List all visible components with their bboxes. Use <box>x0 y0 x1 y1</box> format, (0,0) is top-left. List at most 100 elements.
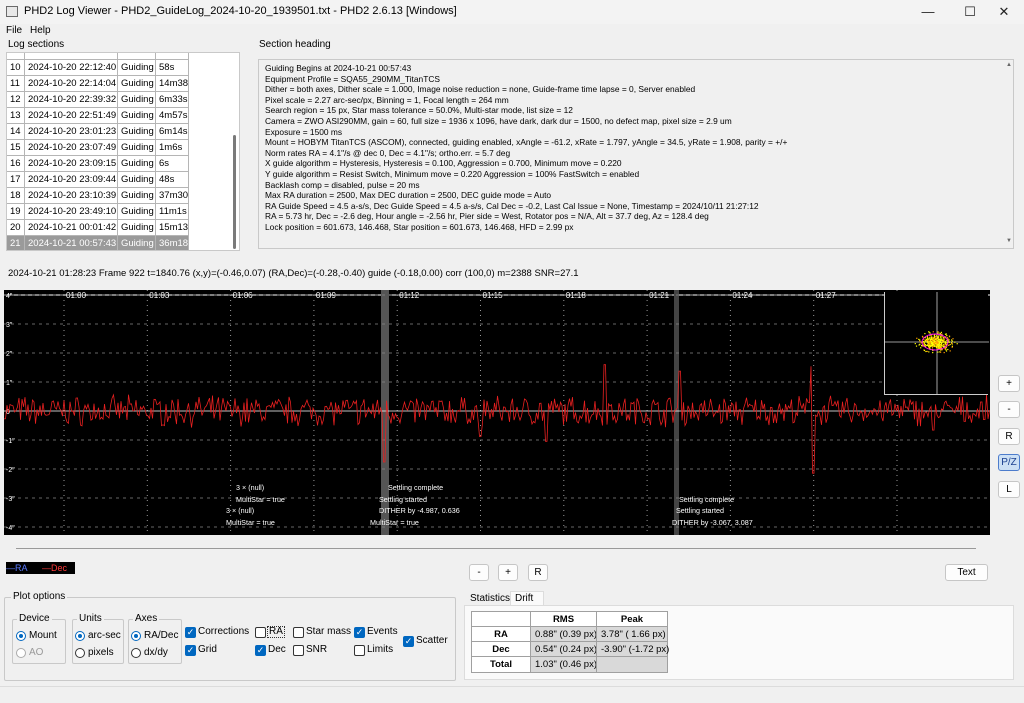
legend-dec: —Dec <box>42 563 68 573</box>
ra-label: RA <box>267 626 285 638</box>
tab-drift[interactable]: Drift <box>510 591 544 605</box>
scatter-point <box>946 337 949 339</box>
log-sections-list[interactable]: 10 2024-10-20 22:12:40 Guiding 58s 11 2024-10… <box>6 52 240 251</box>
log-section-date: 2024-10-20 22:14:04 <box>25 76 118 92</box>
scatter-point <box>924 333 926 335</box>
guide-graph[interactable]: 01:00 01:03 01:06 01:09 01:12 01:15 01:18 01:21… <box>4 290 990 535</box>
device-ao-radio[interactable] <box>16 648 26 658</box>
scatter-point <box>929 345 931 347</box>
heading-line: Camera = ZWO ASI290MM, gain = 60, full s… <box>265 116 732 126</box>
frame-status-line: 2024-10-21 01:28:23 Frame 922 t=1840.76 … <box>8 268 579 279</box>
scatter-point <box>930 338 932 340</box>
scatter-point <box>915 345 918 347</box>
scatter-point <box>938 347 940 349</box>
scatter-point <box>922 340 924 343</box>
heading-line: Exposure = 1500 ms <box>265 126 343 137</box>
scatter-point <box>926 350 928 352</box>
log-section-row[interactable]: 212024-10-21 00:57:43Guiding36m18s <box>7 236 189 250</box>
scatter-point <box>951 339 953 341</box>
corrections-label: Corrections <box>198 626 250 637</box>
lock-scale-button[interactable]: L <box>998 481 1020 498</box>
limits-label: Limits <box>367 644 394 655</box>
stats-ra-rms: 0.88" (0.39 px) <box>530 626 597 642</box>
log-section-row[interactable]: 202024-10-21 00:01:42Guiding15m13s <box>7 220 189 236</box>
value-tick-label: -3" <box>6 496 15 503</box>
log-section-date: 2024-10-20 22:51:49 <box>25 108 118 124</box>
ra-checkbox[interactable] <box>255 627 266 638</box>
log-section-dur: 6m33s <box>156 92 189 108</box>
heading-line: Guiding Begins at 2024-10-21 00:57:43 <box>265 63 412 73</box>
log-section-index: 13 <box>7 108 25 124</box>
dec-checkbox[interactable]: ✓ <box>255 645 266 656</box>
scatter-point <box>929 336 931 338</box>
log-section-row[interactable]: 16 2024-10-20 23:09:15 Guiding 6s <box>7 156 189 172</box>
scatter-point <box>939 332 941 335</box>
log-list-scroll-thumb[interactable] <box>233 135 236 249</box>
log-section-row[interactable]: 17 2024-10-20 23:09:44 Guiding 48s <box>7 172 189 188</box>
grid-checkbox[interactable]: ✓ <box>185 645 196 656</box>
heading-scrollbar[interactable]: ▲ ▼ <box>1005 60 1013 248</box>
log-section-row[interactable]: 19 2024-10-20 23:49:10 Guiding 11m1s <box>7 204 189 220</box>
units-arcsec-radio[interactable] <box>75 631 85 641</box>
minimize-button[interactable]: — <box>908 0 948 24</box>
log-section-row[interactable]: 13 2024-10-20 22:51:49 Guiding 4m57s <box>7 108 189 124</box>
heading-line: Max RA duration = 2500, Max DEC duration… <box>265 190 552 201</box>
zoom-out-button[interactable]: - <box>998 401 1020 418</box>
snr-checkbox[interactable] <box>293 645 304 656</box>
scroll-up-arrow-icon[interactable]: ▲ <box>1006 62 1012 68</box>
limits-checkbox[interactable] <box>354 645 365 656</box>
tab-statistics[interactable]: Statistics <box>470 593 510 604</box>
graph-separator <box>16 548 976 549</box>
axes-radec-radio[interactable] <box>131 631 141 641</box>
menu-file[interactable]: File <box>6 24 22 38</box>
zoom-in-button[interactable]: + <box>998 375 1020 392</box>
log-section-type: Guiding <box>118 60 156 76</box>
event-label: Settling started <box>379 495 427 504</box>
scatter-checkbox[interactable]: ✓ <box>403 636 414 647</box>
scatter-point <box>946 334 948 337</box>
section-heading-text[interactable]: Guiding Begins at 2024-10-21 00:57:43 Equ… <box>258 59 1014 249</box>
title-bar: PHD2 Log Viewer - PHD2_GuideLog_2024-10-… <box>0 0 1024 24</box>
reset-scale-button[interactable]: R <box>998 428 1020 445</box>
scatter-point <box>930 335 932 337</box>
scatter-point <box>937 340 939 342</box>
heading-line: X guide algorithm = Hysteresis, Hysteres… <box>265 158 622 169</box>
log-section-row[interactable]: 14 2024-10-20 23:01:23 Guiding 6m14s <box>7 124 189 140</box>
stats-dec-peak: -3.90" (-1.72 px) <box>596 641 669 657</box>
scroll-down-arrow-icon[interactable]: ▼ <box>1006 238 1012 244</box>
log-section-row[interactable]: 182024-10-20 23:10:39Guiding37m30s <box>7 188 189 204</box>
log-section-type: Guiding <box>118 140 156 156</box>
events-checkbox[interactable]: ✓ <box>354 627 365 638</box>
text-button[interactable]: Text <box>945 564 988 581</box>
status-bar <box>0 686 1024 703</box>
pz-toggle-button[interactable]: P/Z <box>998 454 1020 471</box>
device-mount-radio[interactable] <box>16 631 26 641</box>
axes-dxdy-radio[interactable] <box>131 648 141 658</box>
close-button[interactable]: ✕ <box>984 0 1024 24</box>
units-pixels-radio[interactable] <box>75 648 85 658</box>
event-label: DITHER by -3.067, 3.087 <box>672 518 753 527</box>
scroll-left-button[interactable]: - <box>469 564 489 581</box>
scatter-point <box>918 344 920 346</box>
heading-line: RA Guide Speed = 4.5 a-s/s, Dec Guide Sp… <box>265 200 759 211</box>
menu-help[interactable]: Help <box>30 24 51 38</box>
scatter-point <box>941 333 943 335</box>
log-section-row-partial[interactable] <box>7 53 189 60</box>
corrections-checkbox[interactable]: ✓ <box>185 627 196 638</box>
log-section-type: Guiding <box>118 204 156 220</box>
scatter-point <box>943 352 945 354</box>
reset-view-button[interactable]: R <box>528 564 548 581</box>
scatter-point <box>925 340 927 342</box>
scatter-point <box>942 341 944 343</box>
value-tick-label: 4" <box>6 293 13 300</box>
scroll-right-button[interactable]: + <box>498 564 518 581</box>
scatter-point <box>934 340 936 342</box>
log-section-row[interactable]: 15 2024-10-20 23:07:49 Guiding 1m6s <box>7 140 189 156</box>
scatter-point <box>947 348 949 351</box>
log-section-row[interactable]: 10 2024-10-20 22:12:40 Guiding 58s <box>7 60 189 76</box>
log-section-row[interactable]: 112024-10-20 22:14:04Guiding14m38s <box>7 76 189 92</box>
scatter-point <box>945 350 948 352</box>
log-section-row[interactable]: 12 2024-10-20 22:39:32 Guiding 6m33s <box>7 92 189 108</box>
value-tick-label: 2" <box>6 351 13 358</box>
star-mass-checkbox[interactable] <box>293 627 304 638</box>
